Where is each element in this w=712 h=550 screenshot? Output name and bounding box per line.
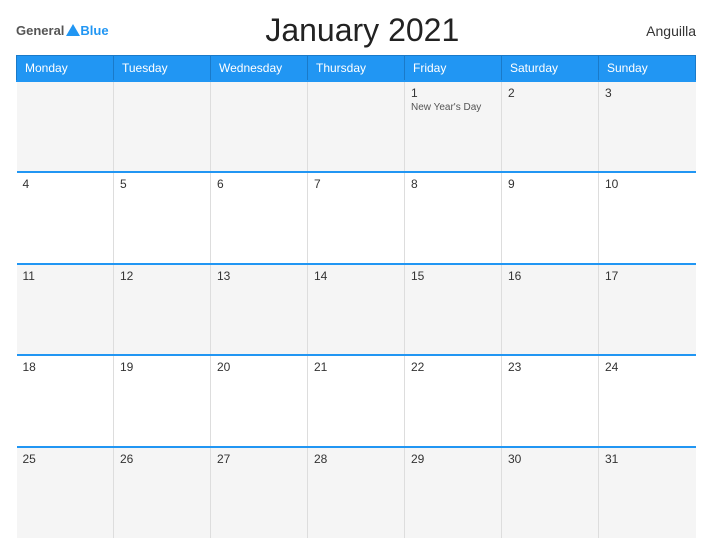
- calendar-cell: 30: [502, 447, 599, 538]
- day-number: 15: [411, 269, 495, 283]
- calendar-cell: 27: [211, 447, 308, 538]
- calendar-cell: [114, 81, 211, 172]
- day-number: 9: [508, 177, 592, 191]
- calendar-body: 1New Year's Day2345678910111213141516171…: [17, 81, 696, 538]
- day-number: 28: [314, 452, 398, 466]
- calendar-cell: [211, 81, 308, 172]
- calendar-cell: 6: [211, 172, 308, 263]
- day-header-monday: Monday: [17, 56, 114, 82]
- calendar-cell: 5: [114, 172, 211, 263]
- calendar-cell: 2: [502, 81, 599, 172]
- calendar-cell: 8: [405, 172, 502, 263]
- day-number: 13: [217, 269, 301, 283]
- calendar-cell: 18: [17, 355, 114, 446]
- calendar-header-row: MondayTuesdayWednesdayThursdayFridaySatu…: [17, 56, 696, 82]
- day-number: 10: [605, 177, 690, 191]
- calendar-header: General Blue January 2021 Anguilla: [16, 12, 696, 49]
- week-row-5: 25 26 27 28 29 30 31: [17, 447, 696, 538]
- day-header-wednesday: Wednesday: [211, 56, 308, 82]
- day-number: 4: [23, 177, 108, 191]
- day-number: 16: [508, 269, 592, 283]
- day-number: 3: [605, 86, 690, 100]
- day-number: 17: [605, 269, 690, 283]
- day-header-thursday: Thursday: [308, 56, 405, 82]
- calendar-cell: 29: [405, 447, 502, 538]
- calendar-cell: [308, 81, 405, 172]
- calendar-page: General Blue January 2021 Anguilla Monda…: [0, 0, 712, 550]
- day-number: 21: [314, 360, 398, 374]
- calendar-cell: 7: [308, 172, 405, 263]
- calendar-cell: 23: [502, 355, 599, 446]
- logo-triangle-icon: [66, 24, 80, 36]
- week-row-1: 1 New Year's Day 23: [17, 81, 696, 172]
- calendar-cell: 20: [211, 355, 308, 446]
- logo-blue-text: Blue: [80, 24, 108, 37]
- calendar-cell: 14: [308, 264, 405, 355]
- calendar-cell: 1 New Year's Day: [405, 81, 502, 172]
- calendar-cell: 22: [405, 355, 502, 446]
- week-row-4: 18 19 20 21 22 23 24: [17, 355, 696, 446]
- day-number: 26: [120, 452, 204, 466]
- day-number: 30: [508, 452, 592, 466]
- calendar-cell: 16: [502, 264, 599, 355]
- day-number: 6: [217, 177, 301, 191]
- calendar-cell: [17, 81, 114, 172]
- day-header-saturday: Saturday: [502, 56, 599, 82]
- calendar-cell: 25: [17, 447, 114, 538]
- calendar-cell: 21: [308, 355, 405, 446]
- day-number: 24: [605, 360, 690, 374]
- holiday-label: New Year's Day: [411, 102, 495, 113]
- region-label: Anguilla: [616, 23, 696, 39]
- day-number: 18: [23, 360, 108, 374]
- day-number: 29: [411, 452, 495, 466]
- day-number: 12: [120, 269, 204, 283]
- calendar-cell: 13: [211, 264, 308, 355]
- day-number: 22: [411, 360, 495, 374]
- calendar-cell: 11: [17, 264, 114, 355]
- day-number: 23: [508, 360, 592, 374]
- day-header-sunday: Sunday: [599, 56, 696, 82]
- calendar-cell: 26: [114, 447, 211, 538]
- day-number: 27: [217, 452, 301, 466]
- calendar-cell: 12: [114, 264, 211, 355]
- calendar-cell: 31: [599, 447, 696, 538]
- logo-general-text: General: [16, 24, 64, 37]
- day-number: 19: [120, 360, 204, 374]
- day-number: 5: [120, 177, 204, 191]
- calendar-cell: 24: [599, 355, 696, 446]
- day-number: 7: [314, 177, 398, 191]
- logo: General Blue: [16, 24, 109, 37]
- calendar-cell: 28: [308, 447, 405, 538]
- day-number: 31: [605, 452, 690, 466]
- week-row-2: 456789 10: [17, 172, 696, 263]
- calendar-cell: 15: [405, 264, 502, 355]
- day-number: 2: [508, 86, 592, 100]
- week-row-3: 11 12 13 14 15 16 17: [17, 264, 696, 355]
- day-number: 25: [23, 452, 108, 466]
- day-number: 11: [23, 269, 108, 283]
- calendar-title: January 2021: [109, 12, 616, 49]
- calendar-cell: 9: [502, 172, 599, 263]
- calendar-cell: 19: [114, 355, 211, 446]
- day-number: 14: [314, 269, 398, 283]
- day-header-tuesday: Tuesday: [114, 56, 211, 82]
- day-number: 1: [411, 86, 495, 100]
- calendar-cell: 3: [599, 81, 696, 172]
- day-number: 20: [217, 360, 301, 374]
- calendar-cell: 4: [17, 172, 114, 263]
- calendar-cell: 10: [599, 172, 696, 263]
- logo-blue-part: Blue: [64, 24, 108, 37]
- day-number: 8: [411, 177, 495, 191]
- day-header-friday: Friday: [405, 56, 502, 82]
- calendar-cell: 17: [599, 264, 696, 355]
- calendar-table: MondayTuesdayWednesdayThursdayFridaySatu…: [16, 55, 696, 538]
